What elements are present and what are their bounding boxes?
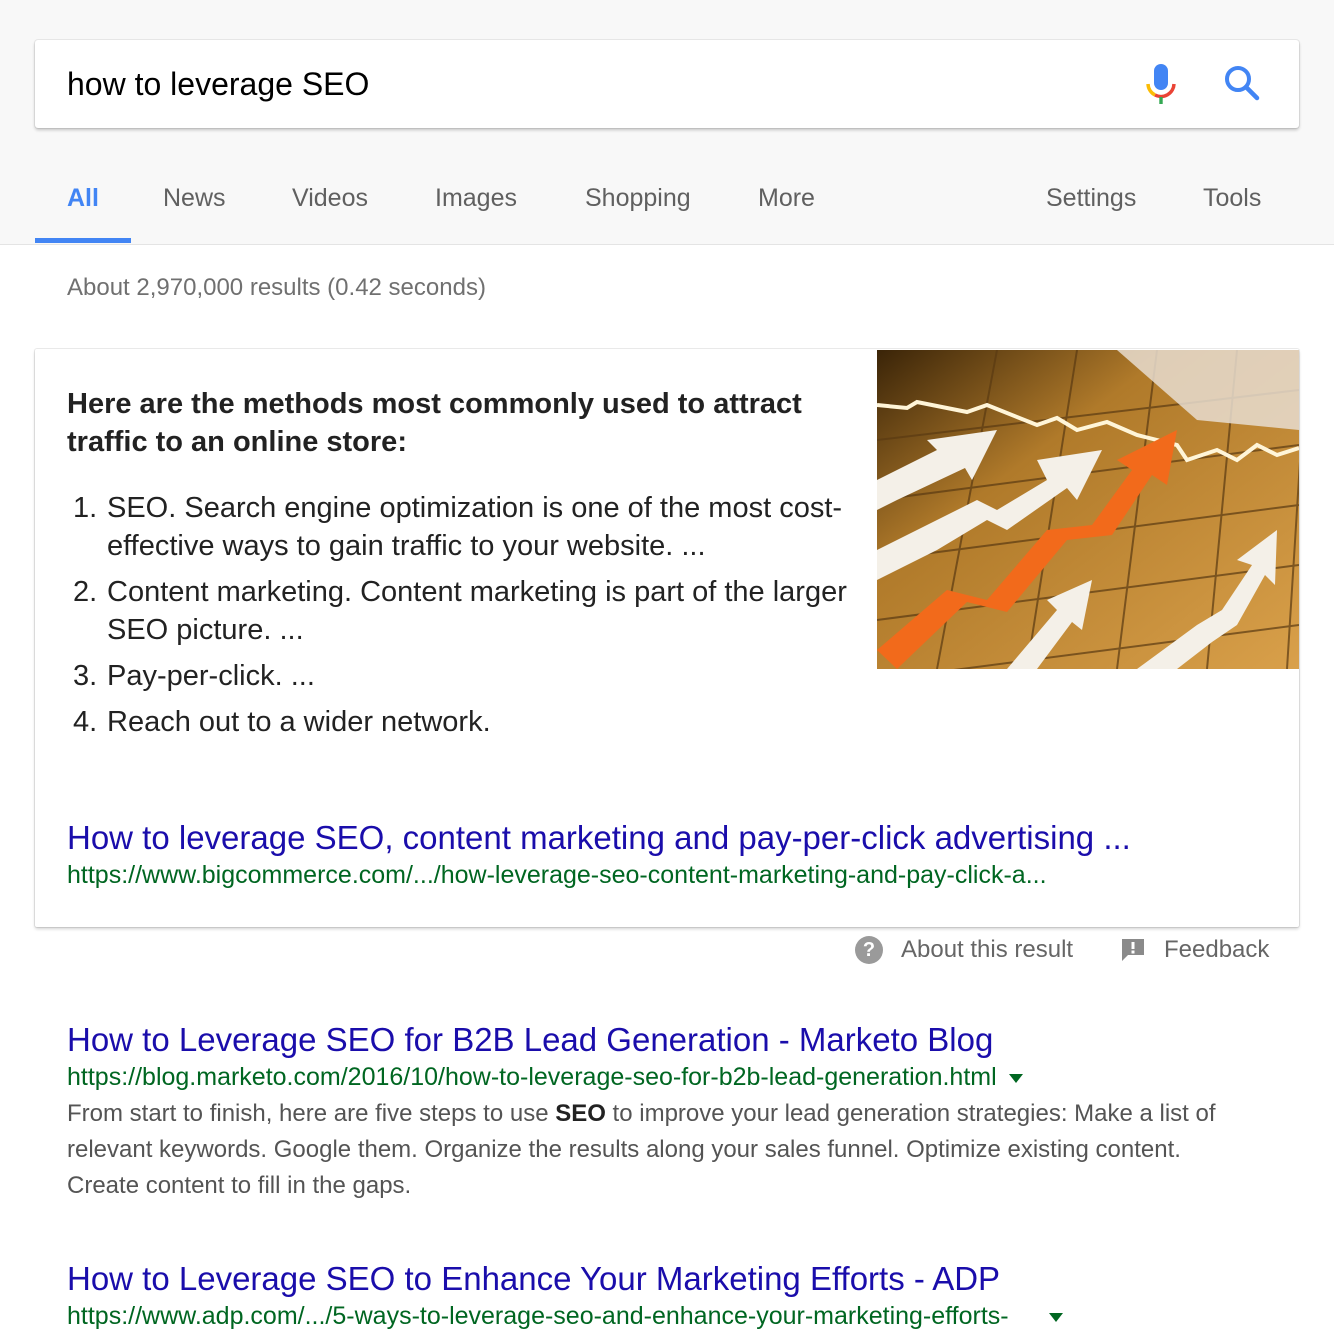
result-url: https://blog.marketo.com/2016/10/how-to-… [67,1060,1267,1094]
feedback-label: Feedback [1164,936,1270,963]
snippet-source-url: https://www.bigcommerce.com/.../how-leve… [67,861,1047,889]
list-item: 2. Content marketing. Content marketing i… [67,573,867,649]
snippet-keyword: SEO [555,1100,606,1127]
active-tab-indicator [35,238,131,243]
list-number: 2. [73,576,98,608]
about-label: About this result [901,936,1074,963]
snippet-image[interactable] [877,350,1299,669]
featured-snippet: Here are the methods most commonly used … [35,349,1299,927]
list-text: Reach out to a wider network. [107,706,491,738]
snippet-source-link[interactable]: How to leverage SEO, content marketing a… [67,819,1131,857]
search-result: How to Leverage SEO for B2B Lead Generat… [67,1020,1267,1204]
tab-more[interactable]: More [758,184,815,213]
result-snippet: From start to finish, here are five step… [67,1096,1257,1204]
list-number: 1. [73,492,98,524]
feedback-button[interactable]: Feedback [1120,936,1269,964]
tab-tools[interactable]: Tools [1203,184,1261,213]
search-result: How to Leverage SEO to Enhance Your Mark… [67,1259,1267,1333]
list-item: 4. Reach out to a wider network. [67,703,867,741]
list-number: 3. [73,660,98,692]
snippet-list: 1. SEO. Search engine optimization is one… [67,489,867,749]
url-options-dropdown-icon[interactable] [1008,1073,1023,1083]
snippet-text: From start to finish, here are five step… [67,1100,556,1127]
tab-settings[interactable]: Settings [1046,184,1136,213]
snippet-footer: ? About this result Feedback [0,936,1334,972]
tab-videos[interactable]: Videos [292,184,368,213]
result-stats: About 2,970,000 results (0.42 seconds) [67,274,486,301]
search-input[interactable] [67,62,1117,106]
header: All News Videos Images Shopping More Set… [0,0,1334,245]
result-url-text: https://blog.marketo.com/2016/10/how-to-… [67,1063,997,1091]
list-text: Pay-per-click. ... [107,660,315,692]
search-button[interactable] [1221,62,1265,106]
list-text: Content marketing. Content marketing is … [107,576,847,646]
result-url: https://www.adp.com/.../5-ways-to-levera… [67,1299,1267,1333]
list-item: 1. SEO. Search engine optimization is one… [67,489,867,565]
search-box[interactable] [35,40,1299,128]
list-number: 4. [73,706,98,738]
microphone-icon[interactable] [1143,62,1179,108]
result-title-link[interactable]: How to Leverage SEO for B2B Lead Generat… [67,1020,1267,1060]
growth-arrows-image [877,350,1299,669]
list-item: 3. Pay-per-click. ... [67,657,867,695]
tab-news[interactable]: News [163,184,226,213]
magnifier-icon [1225,66,1260,101]
feedback-icon [1122,939,1144,961]
tab-images[interactable]: Images [435,184,517,213]
snippet-heading: Here are the methods most commonly used … [67,388,802,458]
tab-all[interactable]: All [67,184,99,213]
list-text: SEO. Search engine optimization is one o… [107,492,843,562]
help-icon: ? [855,936,883,964]
about-this-result-button[interactable]: ? About this result [855,936,1073,964]
result-url-text: https://www.adp.com/.../5-ways-to-levera… [67,1302,1009,1330]
url-options-dropdown-icon[interactable] [1048,1312,1063,1322]
tab-shopping[interactable]: Shopping [585,184,691,213]
result-title-link[interactable]: How to Leverage SEO to Enhance Your Mark… [67,1259,1267,1299]
